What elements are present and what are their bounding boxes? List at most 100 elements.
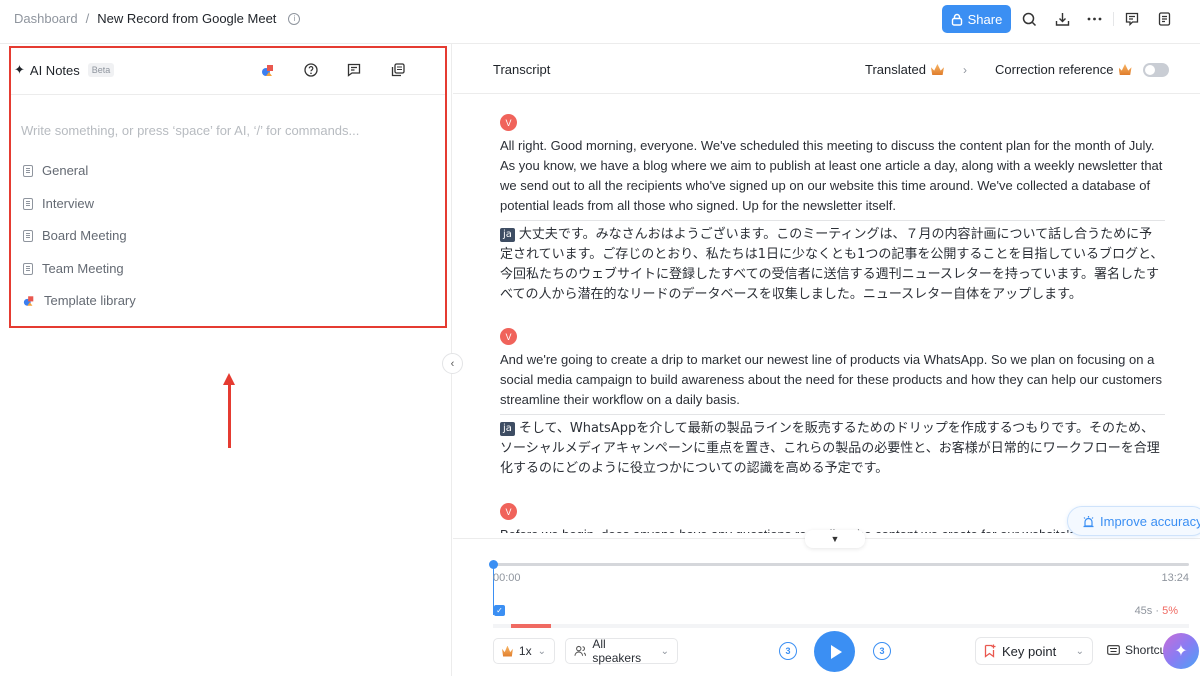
notes-divider — [11, 94, 445, 95]
top-bar: Dashboard / New Record from Google Meet … — [0, 0, 1200, 44]
transcript-panel: Transcript Translated › Correction refer… — [453, 44, 1200, 676]
segment-text[interactable]: And we're going to create a drip to mark… — [500, 350, 1165, 410]
speaker-percent: 5% — [1162, 605, 1178, 617]
speakers-label: All speakers — [592, 637, 642, 665]
doc-icon — [23, 197, 33, 210]
ai-notes-header: ✦ AI Notes Beta — [14, 62, 115, 78]
breadcrumb: Dashboard / New Record from Google Meet … — [14, 11, 301, 26]
transcript-body: V All right. Good morning, everyone. We'… — [453, 95, 1200, 533]
template-label: Template library — [44, 293, 136, 308]
edit-notes-icon[interactable] — [346, 62, 362, 78]
playhead-handle[interactable] — [489, 560, 498, 569]
template-item-team-meeting[interactable]: Team Meeting — [23, 261, 124, 276]
transcript-header: Transcript Translated › Correction refer… — [453, 44, 1200, 94]
template-library-icon[interactable] — [260, 62, 276, 78]
annotation-arrow — [228, 384, 231, 448]
chevron-right-icon: › — [962, 62, 967, 77]
translated-label: Translated — [865, 62, 926, 77]
skip-back-button[interactable]: 3 — [779, 642, 797, 660]
ai-assistant-button[interactable]: ✦ — [1163, 633, 1199, 669]
ai-notes-title: AI Notes — [29, 62, 80, 78]
premium-crown-icon — [930, 64, 944, 75]
chevron-down-icon: ⌄ — [537, 645, 546, 657]
help-icon[interactable] — [303, 62, 319, 78]
notes-icon[interactable] — [1155, 10, 1173, 28]
premium-crown-icon — [1118, 64, 1132, 75]
segment-translation[interactable]: ja 大丈夫です。みなさんおはようございます。このミーティングは、７月の内容計画に… — [500, 225, 1165, 305]
download-icon[interactable] — [1053, 10, 1071, 28]
keyboard-icon — [1107, 645, 1120, 655]
doc-icon — [23, 229, 33, 242]
segment-translation[interactable]: ja そして、WhatsAppを介して最新の製品ラインを販売するためのドリップを作… — [500, 419, 1165, 479]
alarm-icon — [1083, 515, 1094, 527]
breadcrumb-dashboard-link[interactable]: Dashboard — [14, 11, 78, 26]
transcript-segment: V Before we begin, does anyone have any … — [500, 503, 1165, 533]
search-icon[interactable] — [1020, 10, 1038, 28]
speaker-duration: 45s — [1134, 605, 1153, 617]
segment-text[interactable]: All right. Good morning, everyone. We've… — [500, 136, 1165, 216]
audio-player: 00:00 13:24 ✓ 45s · 5% 1x ⌄ All speakers… — [453, 538, 1200, 676]
info-icon[interactable]: i — [288, 12, 301, 25]
template-item-template-library[interactable]: Template library — [23, 293, 136, 308]
segment-divider — [500, 220, 1165, 221]
speed-label: 1x — [518, 644, 532, 658]
template-label: Interview — [42, 196, 95, 211]
premium-crown-icon — [502, 645, 513, 657]
speaker-avatar[interactable]: V — [500, 114, 517, 131]
share-button[interactable]: Share — [942, 5, 1011, 33]
speaker-timeline[interactable] — [493, 624, 1189, 628]
scroll-down-button[interactable]: ▼ — [805, 530, 865, 548]
shortcuts-label: Shortcu — [1125, 643, 1167, 657]
improve-accuracy-label: Improve accuracy — [1100, 513, 1200, 529]
speaker-checkbox[interactable]: ✓ — [494, 605, 505, 616]
correction-toggle[interactable] — [1142, 62, 1169, 77]
comment-icon[interactable] — [1123, 10, 1141, 28]
copy-notes-icon[interactable] — [390, 62, 406, 78]
skip-forward-button[interactable]: 3 — [873, 642, 891, 660]
chevron-down-icon: ⌄ — [1075, 645, 1084, 657]
people-icon — [574, 645, 586, 656]
template-item-board-meeting[interactable]: Board Meeting — [23, 228, 127, 243]
template-library-icon — [23, 295, 34, 306]
annotation-highlight-box — [9, 46, 447, 328]
beta-badge: Beta — [87, 63, 115, 77]
speaker-filter-selector[interactable]: All speakers ⌄ — [565, 637, 678, 665]
speaker-avatar[interactable]: V — [500, 328, 517, 345]
correction-reference: Correction reference — [995, 62, 1169, 77]
template-item-interview[interactable]: Interview — [23, 196, 94, 211]
sparkle-icon: ✦ — [1174, 643, 1188, 660]
share-label: Share — [967, 11, 1003, 27]
stat-separator: · — [1152, 605, 1163, 617]
play-button[interactable] — [814, 631, 855, 672]
template-label: General — [42, 163, 89, 178]
breadcrumb-separator: / — [85, 11, 90, 26]
correction-label: Correction reference — [995, 62, 1114, 77]
speaker-avatar[interactable]: V — [500, 503, 517, 520]
ai-notes-panel: ✦ AI Notes Beta Write something, or pres… — [0, 44, 452, 676]
collapse-panel-button[interactable]: ‹ — [442, 353, 463, 374]
transcript-segment: V All right. Good morning, everyone. We'… — [500, 114, 1165, 305]
lock-icon — [951, 13, 962, 26]
language-tag: ja — [500, 228, 515, 242]
shortcuts-button[interactable]: Shortcu — [1107, 643, 1166, 657]
total-time: 13:24 — [1161, 572, 1189, 584]
translated-selector[interactable]: Translated › — [865, 62, 967, 77]
speaker-timeline-segment — [511, 624, 551, 628]
template-item-general[interactable]: General — [23, 163, 88, 178]
page-title: New Record from Google Meet — [97, 11, 277, 26]
playback-progress-track[interactable] — [493, 563, 1189, 566]
key-point-selector[interactable]: Key point ⌄ — [975, 637, 1093, 665]
improve-accuracy-button[interactable]: Improve accuracy — [1067, 506, 1200, 536]
more-icon[interactable] — [1085, 10, 1103, 28]
language-tag: ja — [500, 422, 515, 436]
transcript-title: Transcript — [493, 62, 551, 77]
playback-speed-selector[interactable]: 1x ⌄ — [493, 638, 555, 664]
transcript-segment: V And we're going to create a drip to ma… — [500, 328, 1165, 479]
toolbar-divider — [1113, 12, 1114, 26]
translation-text: 大丈夫です。みなさんおはようございます。このミーティングは、７月の内容計画につい… — [500, 227, 1164, 302]
notes-editor-input[interactable]: Write something, or press ‘space’ for AI… — [21, 123, 359, 138]
template-label: Team Meeting — [42, 261, 124, 276]
bookmark-add-icon — [984, 644, 996, 658]
current-time: 00:00 — [493, 572, 521, 584]
sparkle-icon: ✦ — [14, 62, 25, 77]
